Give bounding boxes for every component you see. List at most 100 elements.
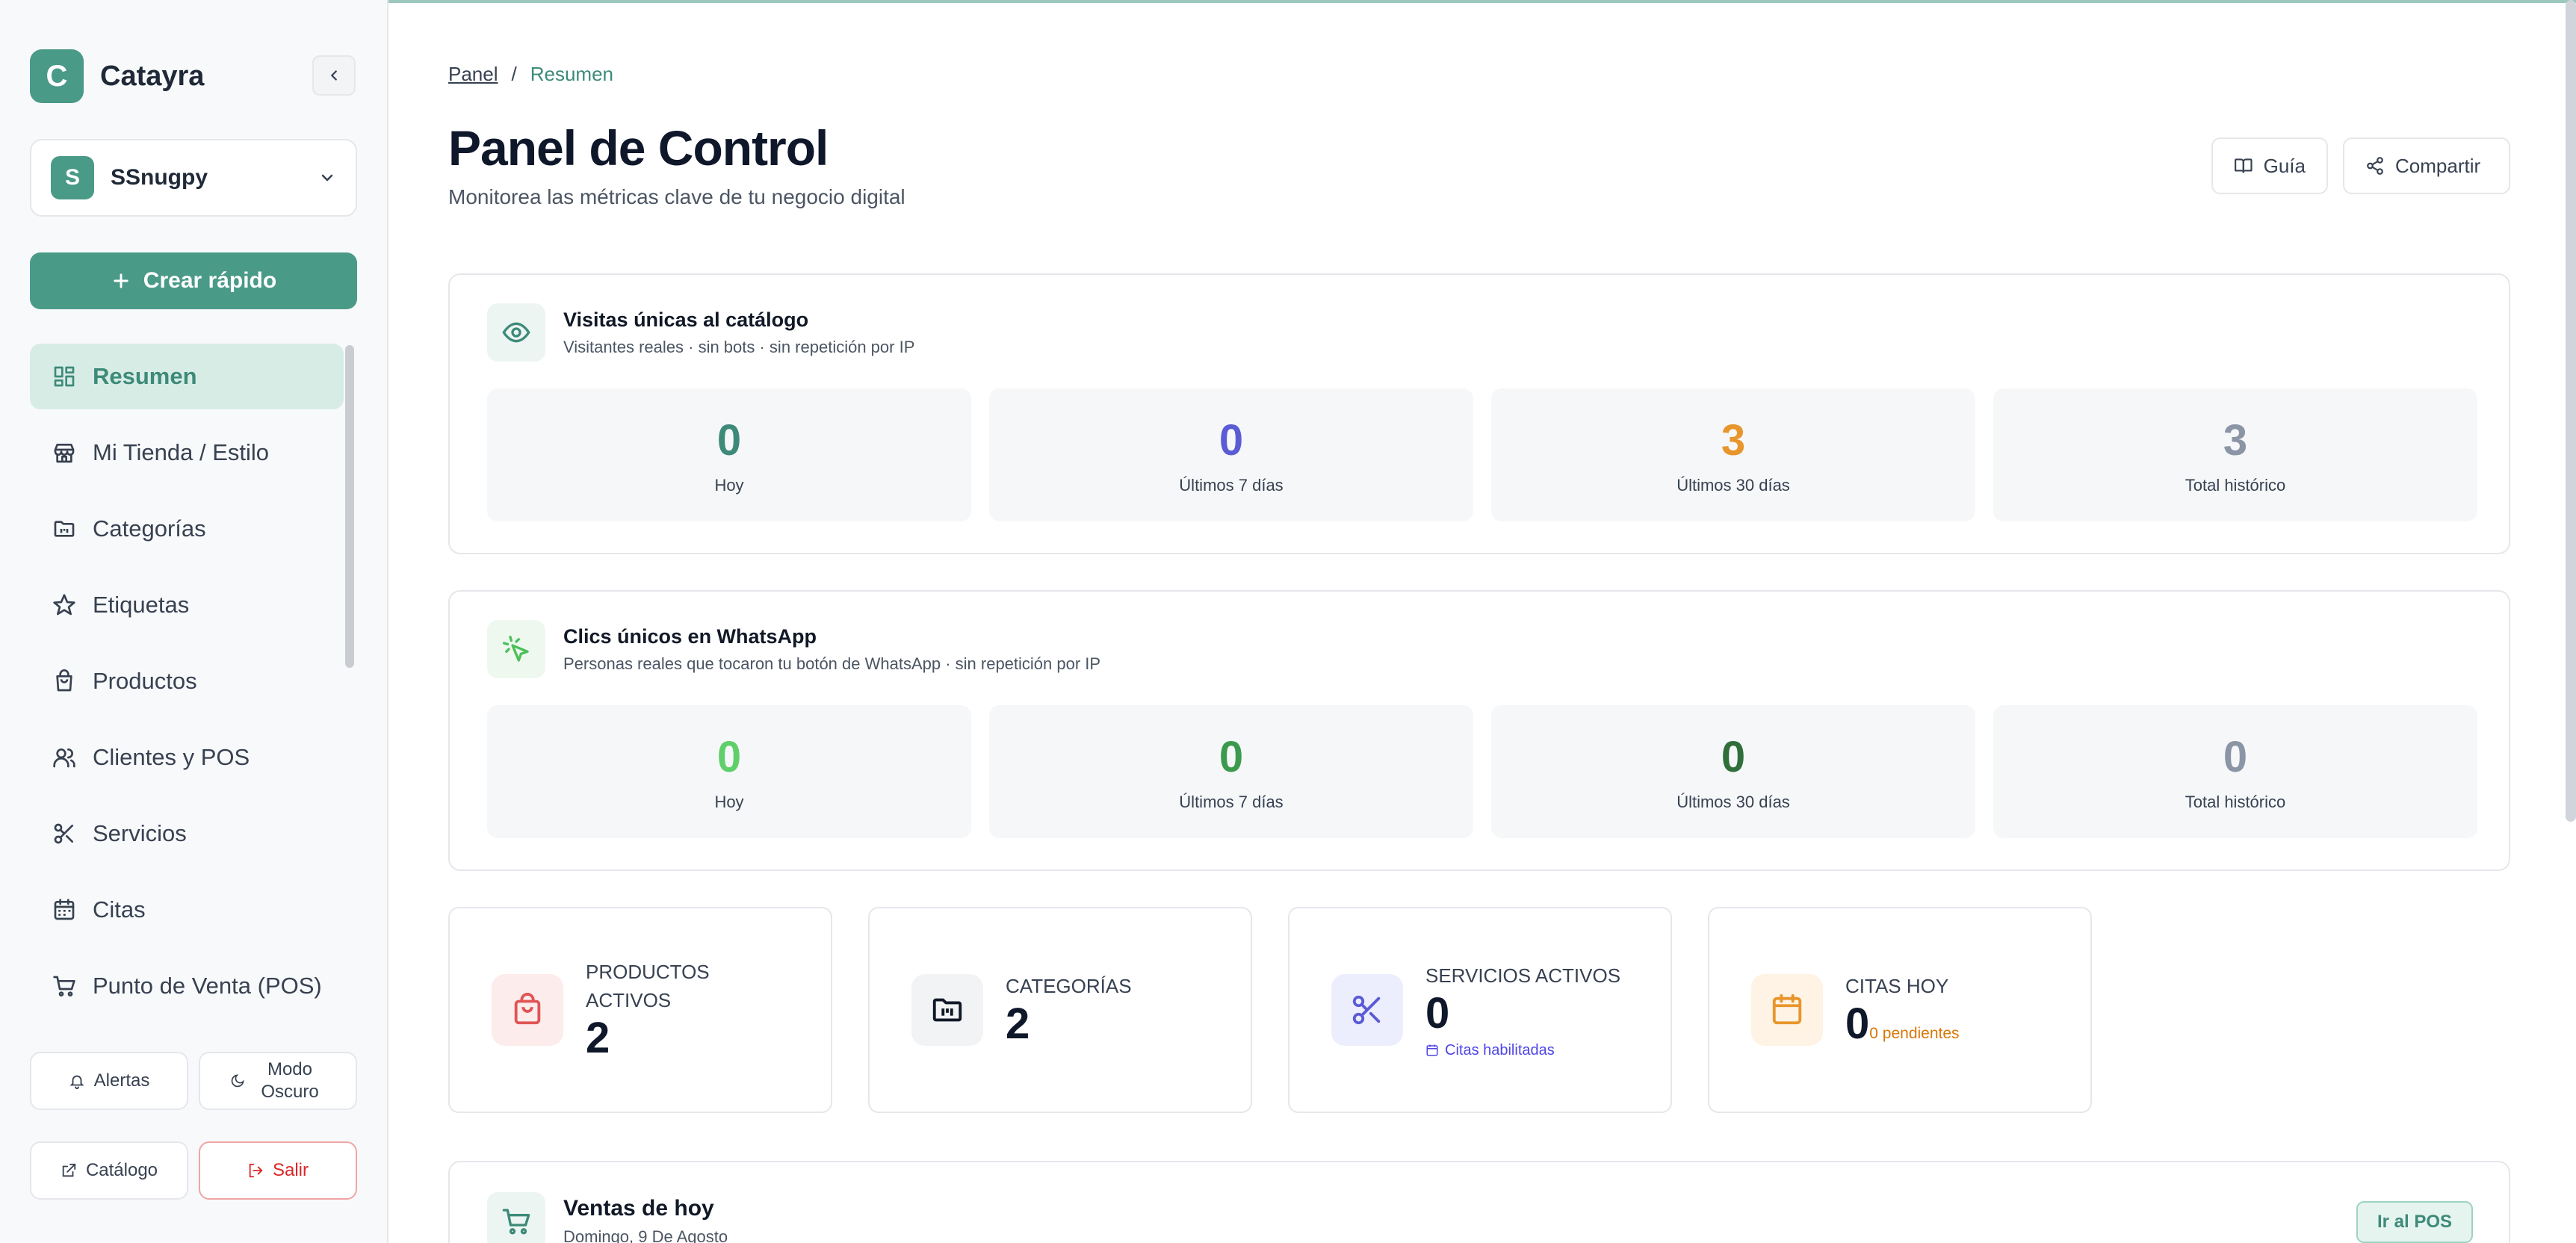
stat-visits-total: 3 Total histórico <box>1993 388 2477 521</box>
logout-label: Salir <box>272 1160 309 1180</box>
whatsapp-card-header: Clics únicos en WhatsApp Personas reales… <box>487 620 1100 678</box>
logout-button[interactable]: Salir <box>199 1141 357 1200</box>
appointments-enabled-note[interactable]: Citas habilitadas <box>1425 1042 1620 1059</box>
stat-value: 3 <box>1721 415 1746 465</box>
visits-card: Visitas únicas al catálogo Visitantes re… <box>448 273 2510 554</box>
sales-title: Ventas de hoy <box>563 1196 714 1221</box>
visits-title: Visitas únicas al catálogo <box>563 308 809 331</box>
stat-value: 0 <box>1721 732 1746 781</box>
appointments-label: Citas Hoy <box>1845 975 1949 997</box>
scissors-icon <box>1352 995 1381 1025</box>
services-icon-box <box>1331 974 1403 1046</box>
page-title: Panel de Control <box>448 120 829 176</box>
stat-value: 0 <box>1219 415 1244 465</box>
visits-desc: Visitantes reales · sin bots · sin repet… <box>563 337 915 356</box>
quick-create-button[interactable]: Crear rápido <box>30 252 357 309</box>
folder-icon <box>54 521 75 537</box>
sidebar-item-productos[interactable]: Productos <box>30 648 344 714</box>
main-content: Panel / Resumen Panel de Control Monitor… <box>390 0 2576 1243</box>
calendar-icon <box>1772 994 1802 1025</box>
plus-icon <box>114 273 129 288</box>
sidebar-item-label: Etiquetas <box>93 592 190 618</box>
page-scrollbar[interactable] <box>2566 0 2576 822</box>
catalog-label: Catálogo <box>85 1160 158 1180</box>
categories-icon-box <box>911 974 983 1046</box>
star-icon <box>53 594 75 616</box>
stat-value: 0 <box>716 415 742 465</box>
stat-visits-30d: 3 Últimos 30 días <box>1491 388 1975 521</box>
brand[interactable]: C Catayra <box>30 49 204 103</box>
store-icon <box>54 444 75 463</box>
alerts-label: Alertas <box>93 1070 150 1091</box>
breadcrumb-current: Resumen <box>530 63 614 85</box>
stat-label: Últimos 30 días <box>1676 792 1790 811</box>
users-icon <box>53 748 75 768</box>
grid-icon <box>54 366 75 387</box>
share-icon <box>2367 157 2383 175</box>
brand-logo: C <box>30 49 84 103</box>
categories-summary-card[interactable]: Categorías 2 <box>868 907 1252 1113</box>
products-icon-box <box>492 974 563 1046</box>
guide-button[interactable]: Guía <box>2211 137 2328 194</box>
whatsapp-stats: 0 Hoy 0 Últimos 7 días 0 Últimos 30 días… <box>487 705 2477 838</box>
dark-mode-button[interactable]: Modo Oscuro <box>199 1052 357 1110</box>
catalog-button[interactable]: Catálogo <box>30 1141 188 1200</box>
sidebar-item-servicios[interactable]: Servicios <box>30 801 344 867</box>
sales-icon-box <box>487 1192 545 1243</box>
sidebar-nav: Resumen Mi Tienda / Estilo Categorías Et… <box>30 344 344 1029</box>
chevron-down-icon <box>321 174 333 182</box>
book-icon <box>2235 158 2253 173</box>
appointments-enabled-label: Citas habilitadas <box>1445 1041 1555 1058</box>
services-summary-card[interactable]: Servicios Activos 0 Citas habilitadas <box>1288 907 1672 1113</box>
scissors-icon <box>54 823 73 844</box>
sidebar-item-pos[interactable]: Punto de Venta (POS) <box>30 953 344 1019</box>
sidebar-item-label: Servicios <box>93 820 187 846</box>
stat-value: 0 <box>2223 732 2248 781</box>
share-label: Compartir <box>2395 154 2481 177</box>
visits-stats: 0 Hoy 0 Últimos 7 días 3 Últimos 30 días… <box>487 388 2477 521</box>
external-link-icon <box>62 1163 76 1177</box>
stat-label: Últimos 7 días <box>1179 792 1284 811</box>
store-avatar: S <box>51 156 94 199</box>
sidebar-item-resumen[interactable]: Resumen <box>30 344 344 409</box>
stat-label: Total histórico <box>2185 792 2286 811</box>
stat-whatsapp-7d: 0 Últimos 7 días <box>989 705 1473 838</box>
quick-create-label: Crear rápido <box>143 268 277 293</box>
stat-label: Últimos 7 días <box>1179 475 1284 495</box>
sidebar-item-clientes[interactable]: Clientes y POS <box>30 725 344 790</box>
visits-icon-box <box>487 303 545 362</box>
store-selector[interactable]: S SSnugpy <box>30 139 357 217</box>
sidebar-item-citas[interactable]: Citas <box>30 877 344 943</box>
sidebar-scrollbar[interactable] <box>345 345 354 668</box>
sidebar-item-categorias[interactable]: Categorías <box>30 496 344 562</box>
sidebar-item-label: Productos <box>93 668 197 694</box>
stat-visits-today: 0 Hoy <box>487 388 971 521</box>
stat-label: Total histórico <box>2185 475 2286 495</box>
categories-label: Categorías <box>1006 975 1132 997</box>
folder-chart-icon <box>932 998 962 1022</box>
sidebar-item-label: Mi Tienda / Estilo <box>93 439 270 465</box>
products-summary-card[interactable]: Productos Activos 2 <box>448 907 832 1113</box>
stat-whatsapp-30d: 0 Últimos 30 días <box>1491 705 1975 838</box>
sidebar-item-label: Punto de Venta (POS) <box>93 973 322 999</box>
breadcrumb-root[interactable]: Panel <box>448 63 498 86</box>
appointments-values: 0 0 pendientes <box>1845 1000 1960 1048</box>
sales-card-header: Ventas de hoy Domingo, 9 De Agosto <box>487 1192 728 1243</box>
share-button[interactable]: Compartir <box>2343 137 2510 194</box>
appointments-summary-card[interactable]: Citas Hoy 0 0 pendientes <box>1708 907 2092 1113</box>
sidebar: C Catayra S SSnugpy Crear rápido Resumen… <box>0 0 388 1243</box>
appointments-icon-box <box>1751 974 1823 1046</box>
sidebar-item-etiquetas[interactable]: Etiquetas <box>30 572 344 638</box>
sales-today-card: Ventas de hoy Domingo, 9 De Agosto Ir al… <box>448 1161 2510 1243</box>
stat-visits-7d: 0 Últimos 7 días <box>989 388 1473 521</box>
cart-icon <box>53 976 75 996</box>
sidebar-item-mi-tienda[interactable]: Mi Tienda / Estilo <box>30 420 344 486</box>
stat-value: 0 <box>1219 732 1244 781</box>
whatsapp-desc: Personas reales que tocaron tu botón de … <box>563 654 1101 673</box>
page-subtitle: Monitorea las métricas clave de tu negoc… <box>448 185 905 208</box>
alerts-button[interactable]: Alertas <box>30 1052 188 1110</box>
dark-mode-label: Modo Oscuro <box>261 1059 319 1102</box>
services-count: 0 <box>1425 988 1450 1038</box>
collapse-sidebar-button[interactable] <box>312 55 356 96</box>
go-to-pos-button[interactable]: Ir al POS <box>2356 1201 2473 1243</box>
